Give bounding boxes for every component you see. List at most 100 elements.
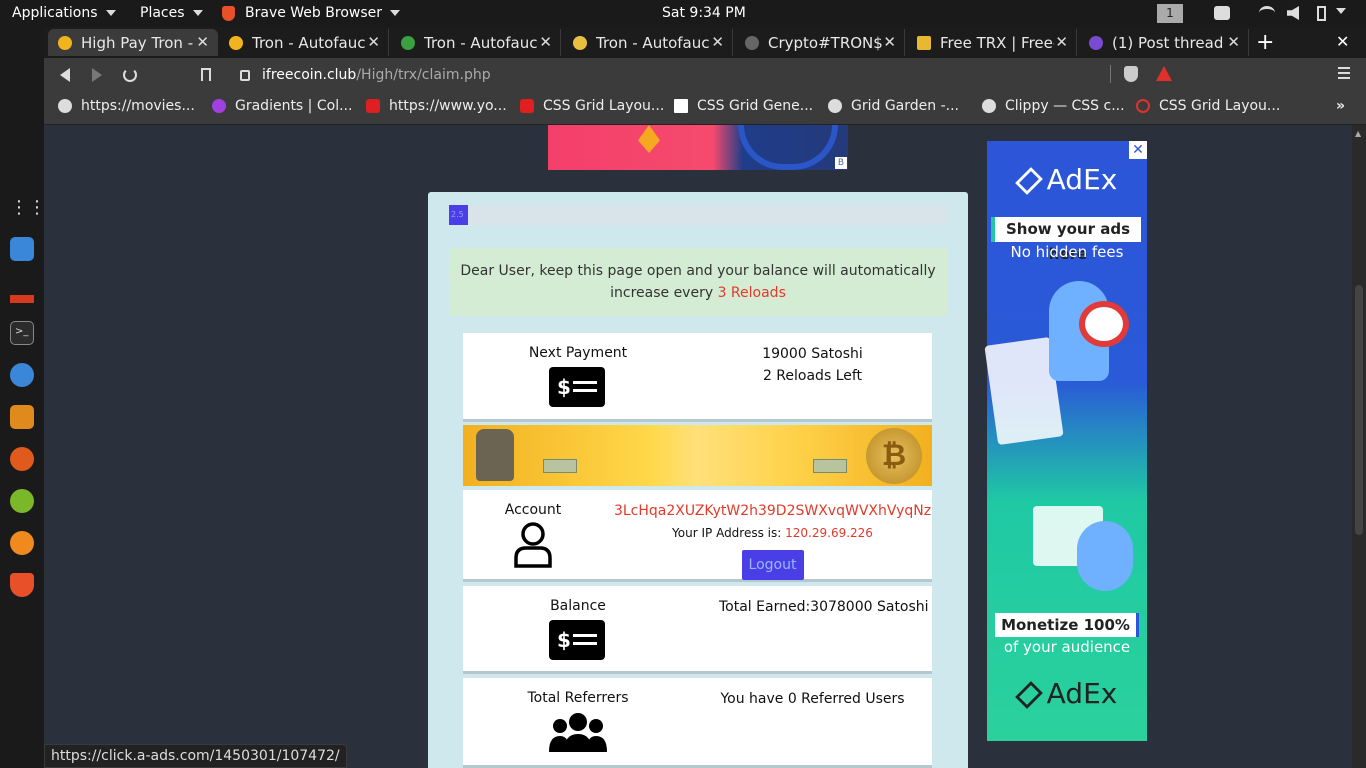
next-payment-box: Next Payment $ 19000 Satoshi 2 Reloads L… [463, 333, 932, 422]
app-grid-icon[interactable]: ⋮⋮ [10, 197, 46, 221]
people-icon[interactable] [1214, 6, 1230, 20]
bookmark-item[interactable]: Grid Garden -... [828, 98, 959, 114]
tab-free-trx[interactable]: Free TRX | Free- ✕ [907, 29, 1077, 56]
close-icon[interactable]: ✕ [711, 33, 724, 51]
reload-button[interactable] [123, 68, 137, 82]
close-icon[interactable]: ✕ [883, 33, 896, 51]
ad-close-icon[interactable]: ✕ [1129, 141, 1147, 159]
tab-crypto-tron[interactable]: Crypto#TRON$ ✕ [735, 29, 905, 56]
brave-rewards-icon[interactable] [1156, 66, 1172, 81]
app-icon-orange[interactable] [10, 531, 34, 555]
browser-app-menu[interactable]: Brave Web Browser [222, 5, 400, 21]
bitcoin-banner-ad[interactable]: ₿ [463, 425, 932, 486]
applications-menu[interactable]: Applications [12, 5, 116, 21]
close-icon[interactable]: ✕ [1227, 33, 1240, 51]
notice-box: Dear User, keep this page open and your … [449, 248, 947, 316]
scrollbar-thumb[interactable] [1355, 285, 1363, 535]
tab-label: Tron - Autofaucet [596, 33, 710, 52]
user-icon [514, 522, 552, 568]
back-button[interactable] [60, 68, 70, 82]
chevron-down-icon [390, 10, 400, 16]
bookmark-item[interactable]: CSS Grid Gene... [674, 98, 813, 114]
clock[interactable]: Sat 9:34 PM [662, 5, 746, 21]
referrers-label: Total Referrers [527, 690, 629, 706]
account-details: 3LcHqa2XUZKytW2h39D2SWXvqWVXhVyqNz Your … [613, 500, 932, 580]
adex-side-ad[interactable]: ✕ AdEx Show your ads here No hidden fees… [984, 141, 1147, 741]
close-icon[interactable]: ✕ [367, 33, 380, 51]
globe-icon [58, 99, 72, 113]
page-scrollbar[interactable]: ▲ [1352, 125, 1366, 768]
bookmark-item[interactable]: CSS Grid Layou... [1136, 98, 1280, 114]
next-payment-label: Next Payment [528, 345, 628, 361]
address-bar[interactable]: ifreecoin.club/High/trx/claim.php [224, 61, 1234, 89]
android-icon[interactable] [10, 489, 34, 513]
wheel-graphic [738, 125, 838, 170]
wifi-icon[interactable] [1259, 6, 1275, 20]
top-banner-ad[interactable]: B [548, 125, 848, 170]
tab-favicon-icon [58, 35, 72, 50]
tab-tron-autofaucet-3[interactable]: Tron - Autofaucet✕ [563, 29, 733, 56]
firefox-icon[interactable] [10, 447, 34, 471]
progress-bar: 2.5 [449, 205, 947, 225]
logout-button[interactable]: Logout [741, 550, 804, 580]
bookmark-label: https://www.yo... [389, 98, 507, 114]
referrers-box: Total Referrers You have 0 Referred User… [463, 678, 932, 768]
reloads-left: 2 Reloads Left [762, 368, 863, 384]
tab-tron-autofaucet-1[interactable]: Tron - Autofaucet✕ [219, 29, 389, 56]
globe-icon [982, 99, 996, 113]
ip-address: 120.29.69.226 [785, 526, 873, 540]
places-menu[interactable]: Places [140, 5, 203, 21]
globe-icon [828, 99, 842, 113]
qbittorrent-icon[interactable] [10, 363, 34, 387]
lock-icon [240, 69, 250, 81]
bookmark-icon[interactable] [201, 68, 211, 81]
chevron-down-icon [105, 10, 116, 16]
chevron-down-icon [192, 10, 203, 16]
tab-post-thread[interactable]: (1) Post thread | F✕ [1079, 29, 1249, 56]
ip-line: Your IP Address is: 120.29.69.226 [613, 522, 932, 544]
bookmark-item[interactable]: CSS Grid Layou... [520, 98, 664, 114]
volume-icon[interactable] [1287, 6, 1299, 20]
close-icon[interactable]: ✕ [196, 33, 209, 51]
close-icon[interactable]: ✕ [1055, 33, 1068, 51]
ethereum-icon [638, 125, 660, 153]
adex-logo-bottom: AdEx [987, 677, 1147, 711]
unicorn-illustration [1077, 521, 1133, 591]
window-close-button[interactable]: ✕ [1336, 32, 1349, 51]
grid-icon [674, 99, 688, 113]
workspace-indicator[interactable]: 1 [1157, 4, 1183, 23]
new-tab-button[interactable]: + [1256, 30, 1274, 55]
forward-button[interactable] [92, 68, 102, 82]
money-icon: $ [549, 367, 605, 407]
system-menu-chevron-icon[interactable] [1336, 8, 1346, 14]
money-icon: $ [549, 620, 605, 660]
tab-high-pay-tron[interactable]: High Pay Tron - Autofaucet✕ [48, 29, 218, 56]
close-icon[interactable]: ✕ [539, 33, 552, 51]
battery-icon[interactable] [1317, 6, 1326, 21]
brave-shields-icon[interactable] [1124, 66, 1138, 82]
menu-icon[interactable] [1338, 67, 1350, 79]
tab-favicon-icon [1089, 35, 1103, 50]
app-icon[interactable] [10, 279, 34, 303]
money-bag-icon [476, 429, 514, 481]
adex-logo-top: AdEx [987, 163, 1147, 197]
bookmark-item[interactable]: Clippy — CSS c... [982, 98, 1125, 114]
app-dock: ⋮⋮ >_ [0, 27, 46, 768]
progress-fill: 2.5 [449, 205, 468, 225]
bookmark-label: https://movies... [81, 98, 195, 114]
bookmark-item[interactable]: https://www.yo... [366, 98, 507, 114]
more-bookmarks-icon[interactable]: » [1336, 98, 1345, 114]
bookmarks-bar: https://movies... Gradients | Col... htt… [44, 92, 1366, 125]
tab-tron-autofaucet-2[interactable]: Tron - Autofaucet✕ [391, 29, 561, 56]
bookmark-label: Gradients | Col... [235, 98, 353, 114]
tab-favicon-icon [401, 35, 415, 50]
sublime-icon[interactable] [10, 405, 34, 429]
bookmark-item[interactable]: Gradients | Col... [212, 98, 352, 114]
scroll-up-icon[interactable]: ▲ [1355, 129, 1361, 138]
balance-label: Balance [550, 598, 606, 614]
terminal-icon[interactable]: >_ [10, 321, 34, 345]
bookmark-item[interactable]: https://movies... [58, 98, 195, 114]
brave-dock-icon[interactable] [10, 573, 34, 597]
text-editor-icon[interactable] [10, 237, 34, 261]
brave-icon [222, 5, 235, 21]
